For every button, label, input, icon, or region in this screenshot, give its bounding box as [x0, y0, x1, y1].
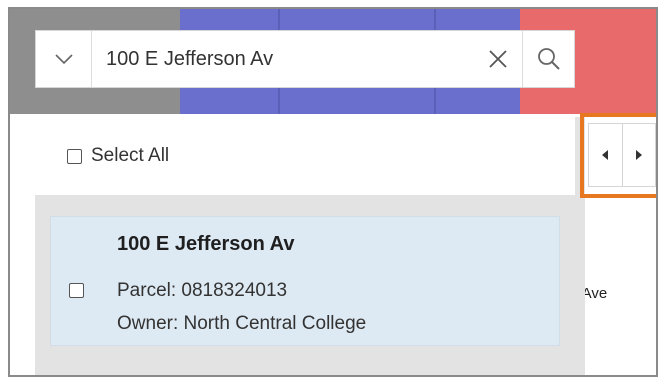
search-bar — [35, 30, 575, 88]
result-item[interactable]: 100 E Jefferson Av Parcel: 0818324013 Ow… — [50, 216, 560, 346]
caret-left-icon — [602, 150, 609, 160]
select-all-checkbox[interactable] — [67, 148, 82, 164]
result-pager — [588, 123, 656, 187]
clear-search-button[interactable] — [474, 31, 522, 87]
search-icon — [537, 48, 560, 70]
caret-right-icon — [635, 150, 642, 160]
result-item-checkbox[interactable] — [69, 283, 84, 298]
result-item-owner: Owner: North Central College — [117, 313, 367, 334]
chevron-down-icon — [54, 54, 73, 65]
result-item-title: 100 E Jefferson Av — [117, 233, 295, 255]
map-widget-frame: n Ave Select All 100 E Jefferson — [8, 7, 658, 377]
search-source-dropdown-button[interactable] — [36, 31, 92, 87]
previous-result-button[interactable] — [589, 124, 622, 186]
select-all-label: Select All — [91, 145, 170, 166]
select-all-row: Select All — [35, 117, 575, 195]
search-input[interactable] — [92, 31, 474, 87]
search-button[interactable] — [522, 31, 574, 87]
close-icon — [489, 50, 507, 68]
result-item-parcel: Parcel: 0818324013 — [117, 280, 288, 301]
search-results-panel: Select All 100 E Jefferson Av Parcel: 08… — [35, 117, 585, 375]
next-result-button[interactable] — [621, 124, 656, 186]
